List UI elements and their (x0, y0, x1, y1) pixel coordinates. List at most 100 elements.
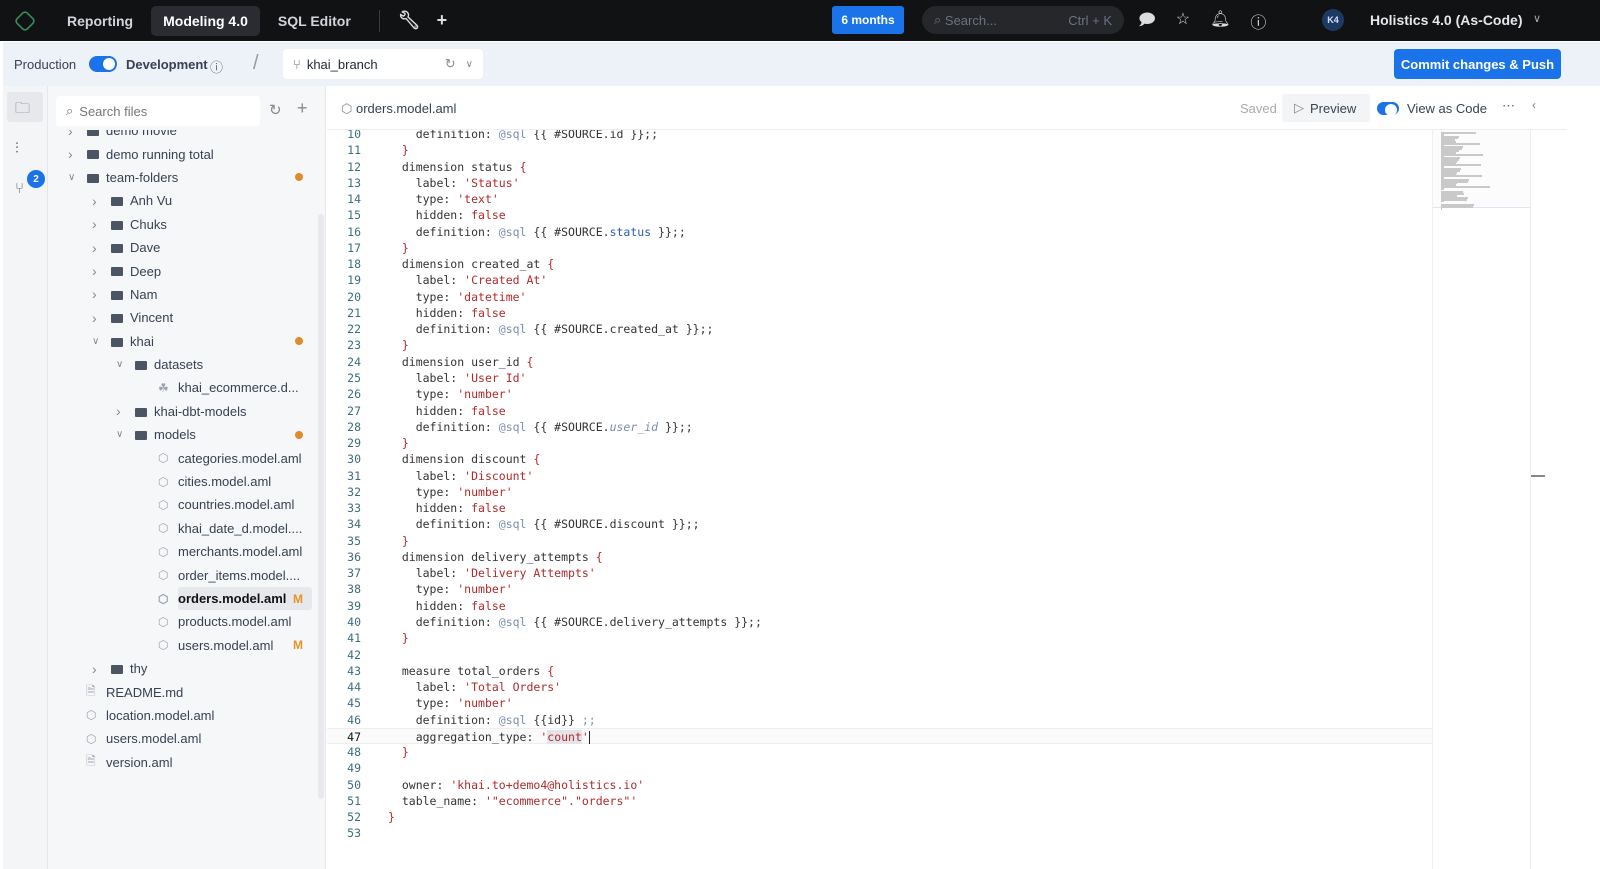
chevron-right-icon[interactable]: › (92, 193, 102, 209)
code-line[interactable]: 41 } (327, 630, 1432, 646)
code-line[interactable]: 13 label: 'Status' (327, 175, 1432, 191)
chevron-right-icon[interactable]: › (92, 216, 102, 232)
tree-item[interactable]: ⬡ khai_date_d.model.... (48, 517, 318, 540)
code-line[interactable]: 52} (327, 809, 1432, 825)
chevron-right-icon[interactable]: › (92, 263, 102, 279)
view-as-code-toggle[interactable] (1377, 102, 1399, 116)
code-line[interactable]: 46 definition: @sql {{id}} ;; (327, 712, 1432, 728)
code-line[interactable]: 30 dimension discount { (327, 451, 1432, 467)
plus-icon[interactable]: + (297, 98, 308, 119)
code-line[interactable]: 28 definition: @sql {{ #SOURCE.user_id }… (327, 419, 1432, 435)
code-line[interactable]: 32 type: 'number' (327, 484, 1432, 500)
code-line[interactable]: 33 hidden: false (327, 500, 1432, 516)
folder-icon[interactable]: 🗀︎ (15, 98, 30, 123)
chevron-down-icon[interactable]: ∨ (116, 429, 126, 440)
environment-toggle[interactable] (89, 56, 117, 72)
code-line[interactable]: 37 label: 'Delivery Attempts' (327, 565, 1432, 581)
code-line[interactable]: 11 } (327, 142, 1432, 158)
code-line[interactable]: 49 (327, 760, 1432, 776)
code-line[interactable]: 17 } (327, 240, 1432, 256)
chevron-right-icon[interactable]: › (92, 310, 102, 326)
help-icon[interactable]: ⓘ (1250, 9, 1266, 36)
branch-selector[interactable]: ⑂ khai_branch ↻ ∨ (283, 49, 483, 79)
sliders-icon[interactable]: ⫶ (15, 140, 19, 157)
bell-icon[interactable]: 🔔︎ (1210, 9, 1230, 36)
tree-item[interactable]: › thy (48, 657, 318, 680)
more-icon[interactable]: ⋯ (1502, 98, 1515, 114)
avatar[interactable]: K4 (1322, 9, 1344, 31)
tree-item[interactable]: › Anh Vu (48, 189, 318, 212)
tree-item[interactable]: ⬡ products.model.aml (48, 610, 318, 633)
chevron-down-icon[interactable]: ∨ (1533, 12, 1541, 25)
code-line[interactable]: 39 hidden: false (327, 598, 1432, 614)
tree-item[interactable]: › demo running total (48, 142, 318, 165)
tree-item[interactable]: › Nam (48, 283, 318, 306)
chevron-right-icon[interactable]: › (92, 240, 102, 256)
chevron-right-icon[interactable]: › (68, 146, 78, 162)
info-icon[interactable]: ⓘ (210, 57, 223, 76)
star-icon[interactable]: ☆ (1176, 9, 1190, 36)
tree-item[interactable]: ∨ khai (48, 330, 318, 353)
global-search[interactable]: ⌕ Search... Ctrl + K (922, 6, 1124, 34)
code-line[interactable]: 44 label: 'Total Orders' (327, 679, 1432, 695)
tree-item[interactable]: ⬡ orders.model.aml M (158, 586, 312, 611)
code-line[interactable]: 35 } (327, 533, 1432, 549)
tree-item[interactable]: ⬡ cities.model.aml (48, 470, 318, 493)
code-line[interactable]: 50 owner: 'khai.to+demo4@holistics.io' (327, 777, 1432, 793)
tree-item[interactable]: 🗎 README.md (48, 680, 318, 703)
period-button[interactable]: 6 months (832, 6, 904, 34)
code-line[interactable]: 48 } (327, 744, 1432, 760)
commit-push-button[interactable]: Commit changes & Push (1394, 49, 1561, 79)
chevron-down-icon[interactable]: ∨ (466, 59, 473, 70)
code-line[interactable]: 18 dimension created_at { (327, 256, 1432, 272)
tree-item[interactable]: ⬡ countries.model.aml (48, 493, 318, 516)
preview-button[interactable]: ▷ Preview (1282, 94, 1370, 122)
tree-item[interactable]: › khai-dbt-models (48, 400, 318, 423)
scrollbar[interactable] (318, 214, 324, 799)
code-line[interactable]: 22 definition: @sql {{ #SOURCE.created_a… (327, 321, 1432, 337)
code-line[interactable]: 36 dimension delivery_attempts { (327, 549, 1432, 565)
chevron-down-icon[interactable]: ∨ (68, 172, 78, 183)
code-line[interactable]: 53 (327, 825, 1432, 841)
tree-item[interactable]: ⬡ users.model.aml (48, 727, 318, 750)
code-line[interactable]: 16 definition: @sql {{ #SOURCE.status }}… (327, 224, 1432, 240)
plus-icon[interactable]: + (437, 10, 448, 31)
code-line[interactable]: 20 type: 'datetime' (327, 289, 1432, 305)
refresh-icon[interactable]: ↻ (269, 101, 282, 119)
tab-modeling[interactable]: Modeling 4.0 (151, 5, 260, 36)
tree-item[interactable]: › Dave (48, 236, 318, 259)
tree-item[interactable]: ⬡ merchants.model.aml (48, 540, 318, 563)
code-line[interactable]: 15 hidden: false (327, 207, 1432, 223)
tree-item[interactable]: ⬡ users.model.aml M (48, 634, 318, 657)
chevron-right-icon[interactable]: › (92, 661, 102, 677)
chevron-right-icon[interactable]: › (116, 403, 126, 419)
minimap[interactable] (1432, 130, 1531, 869)
search-files[interactable]: ⌕ (56, 96, 260, 126)
code-line[interactable]: 21 hidden: false (327, 305, 1432, 321)
chevron-down-icon[interactable]: ∨ (92, 336, 102, 347)
code-line[interactable]: 19 label: 'Created At' (327, 272, 1432, 288)
feedback-icon[interactable]: 🗩︎ (1138, 9, 1156, 36)
tree-item[interactable]: ∨ team-folders (48, 166, 318, 189)
chevron-left-icon[interactable]: ‹ (1532, 98, 1536, 112)
tree-item[interactable]: 🗎 version.aml (48, 751, 318, 774)
code-line[interactable]: 38 type: 'number' (327, 581, 1432, 597)
tab-sql-editor[interactable]: SQL Editor (266, 6, 363, 36)
tree-item[interactable]: › Chuks (48, 213, 318, 236)
code-line[interactable]: 12 dimension status { (327, 159, 1432, 175)
code-line[interactable]: 27 hidden: false (327, 403, 1432, 419)
tree-item[interactable]: › Deep (48, 259, 318, 282)
refresh-icon[interactable]: ↻ (445, 56, 456, 72)
code-line[interactable]: 51 table_name: '"ecommerce"."orders"' (327, 793, 1432, 809)
code-line[interactable]: 10 definition: @sql {{ #SOURCE.id }};; (327, 130, 1432, 142)
code-line[interactable]: 47 aggregation_type: 'count' (327, 727, 1432, 745)
chevron-down-icon[interactable]: ∨ (116, 359, 126, 370)
tab-reporting[interactable]: Reporting (55, 6, 145, 36)
tree-item[interactable]: ☘ khai_ecommerce.d... (48, 376, 318, 399)
chevron-right-icon[interactable]: › (92, 286, 102, 302)
search-files-input[interactable] (79, 103, 240, 119)
code-line[interactable]: 45 type: 'number' (327, 695, 1432, 711)
code-line[interactable]: 31 label: 'Discount' (327, 468, 1432, 484)
code-line[interactable]: 24 dimension user_id { (327, 354, 1432, 370)
code-line[interactable]: 40 definition: @sql {{ #SOURCE.delivery_… (327, 614, 1432, 630)
